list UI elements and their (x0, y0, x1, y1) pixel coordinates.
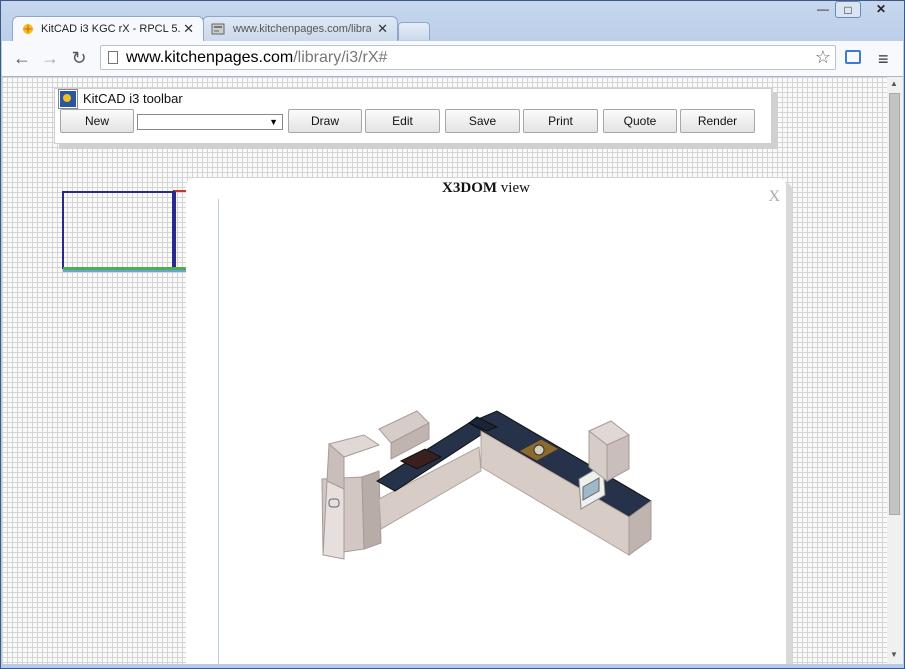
kitchen-3d-model[interactable] (219, 199, 787, 664)
maximize-button[interactable]: □ (835, 1, 861, 18)
tab-close-icon[interactable]: ✕ (377, 21, 388, 37)
x3dom-3d-viewport[interactable] (218, 199, 787, 664)
minimize-button[interactable]: — (811, 1, 835, 18)
page-icon (108, 51, 118, 64)
url-path: /library/i3/rX# (293, 49, 388, 66)
tab-kitcad[interactable]: KitCAD i3 KGC rX - RPCL 5.0 ✕ (12, 16, 204, 41)
save-button[interactable]: Save (445, 109, 520, 133)
forward-button[interactable]: → (40, 49, 60, 69)
browser-window: KitCAD i3 KGC rX - RPCL 5.0 ✕ www.kitche… (0, 0, 905, 669)
tab-kitchenpages[interactable]: www.kitchenpages.com/libra ✕ (202, 16, 398, 41)
vertical-scrollbar[interactable]: ▲ ▼ (887, 77, 903, 664)
scroll-up-icon[interactable]: ▲ (890, 79, 898, 88)
page-canvas[interactable]: KitCAD i3 toolbar New ▼ Draw Edit Save P… (2, 77, 887, 664)
url-text: www.kitchenpages.com/library/i3/rX# (126, 49, 387, 67)
design-select[interactable]: ▼ (137, 114, 283, 130)
x3dom-view-title: X3DOM view (186, 180, 786, 197)
url-host: www.kitchenpages.com (126, 49, 294, 66)
x3dom-view-dialog: X3DOM view X (186, 178, 786, 664)
draw-button[interactable]: Draw (288, 109, 362, 133)
tall-unit-lower (322, 480, 345, 560)
chevron-down-icon: ▼ (269, 117, 278, 127)
scrollbar-thumb[interactable] (889, 93, 900, 515)
new-tab-button[interactable] (398, 22, 430, 40)
scroll-down-icon[interactable]: ▼ (890, 650, 898, 659)
extension-icon[interactable] (845, 50, 861, 64)
kitcad-favicon-icon (22, 23, 34, 35)
kitcad-toolbar: KitCAD i3 toolbar New ▼ Draw Edit Save P… (54, 88, 772, 144)
new-button[interactable]: New (60, 109, 134, 133)
quote-button[interactable]: Quote (603, 109, 677, 133)
kitchenpages-favicon-icon (211, 23, 225, 35)
plan-wall-segment[interactable] (173, 190, 187, 270)
print-button[interactable]: Print (523, 109, 598, 133)
kitcad-toolbar-title: KitCAD i3 toolbar (83, 91, 183, 106)
browser-toolbar: ← → ↻ www.kitchenpages.com/library/i3/rX… (2, 41, 903, 77)
address-bar[interactable]: www.kitchenpages.com/library/i3/rX# ☆ (100, 45, 836, 70)
tab-strip: KitCAD i3 KGC rX - RPCL 5.0 ✕ www.kitche… (1, 1, 905, 41)
tab-title: www.kitchenpages.com/libra (233, 23, 371, 35)
reload-button[interactable]: ↻ (69, 49, 89, 69)
tab-title: KitCAD i3 KGC rX - RPCL 5.0 (41, 23, 181, 35)
x3dom-title-rest: view (497, 180, 530, 196)
bookmark-star-icon[interactable]: ☆ (815, 47, 831, 68)
tab-close-icon[interactable]: ✕ (183, 21, 194, 37)
plan-cabinet-outline[interactable] (62, 191, 174, 269)
window-close-button[interactable]: ✕ (861, 1, 901, 18)
menu-icon[interactable]: ≡ (878, 49, 889, 70)
tall-unit-side (361, 470, 382, 550)
plan-wall-line (63, 270, 187, 272)
x3dom-title-bold: X3DOM (442, 180, 498, 196)
render-button[interactable]: Render (680, 109, 755, 133)
sink-bowl (533, 444, 545, 456)
edit-button[interactable]: Edit (365, 109, 440, 133)
kitcad-logo-icon (58, 89, 78, 109)
back-button[interactable]: ← (12, 49, 32, 69)
